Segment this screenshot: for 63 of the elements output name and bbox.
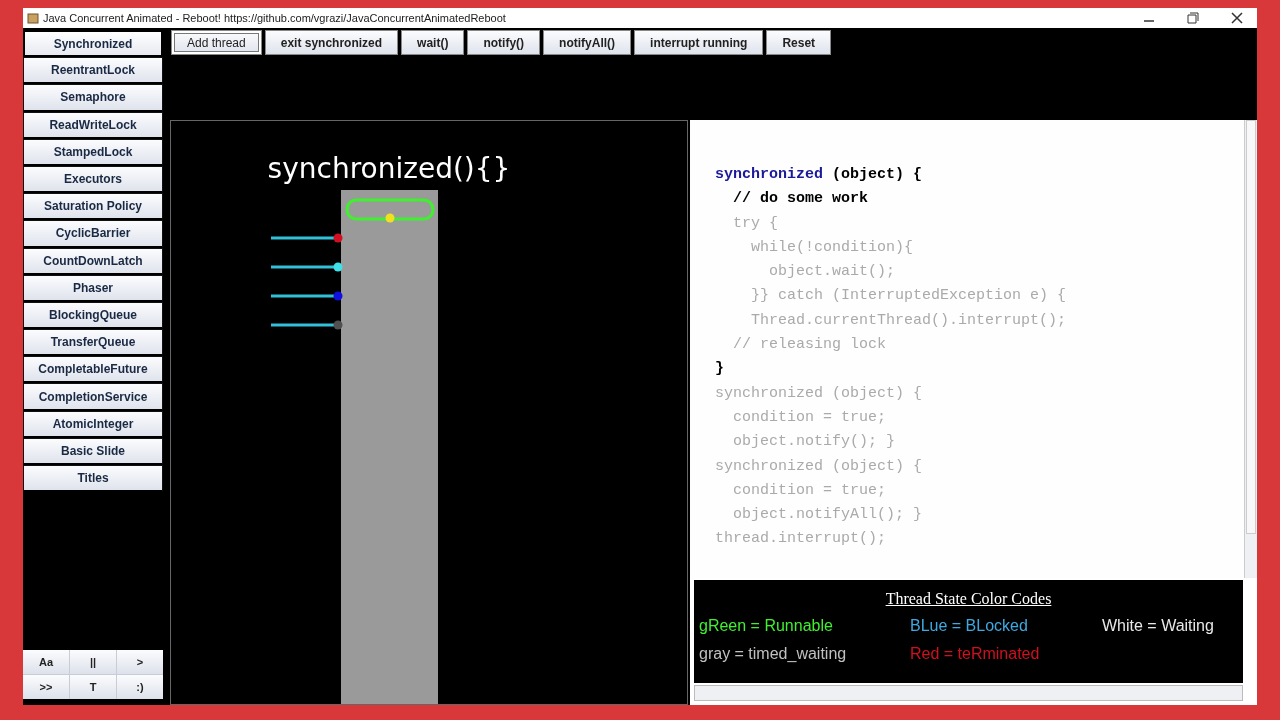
code-line: object.notifyAll(); } (732, 505, 924, 526)
code-line: thread.interrupt(); (715, 529, 888, 550)
legend-item: gReen = Runnable (699, 616, 834, 635)
thread-line (271, 294, 334, 298)
code-line: object.notify(); } (732, 432, 897, 453)
sidebar-button[interactable]: Phaser (23, 274, 163, 302)
code-line: synchronized (object) { (715, 383, 924, 404)
thread-line (271, 236, 334, 240)
toolbar-button[interactable]: exit synchronized (264, 30, 399, 55)
code-line: // releasing lock (732, 335, 888, 356)
code-line: while(!condition){ (750, 237, 915, 258)
control-button[interactable]: >> (23, 675, 69, 699)
legend-item: White = Waiting (1102, 616, 1215, 635)
sidebar-button[interactable]: Saturation Policy (23, 193, 163, 221)
sidebar-button[interactable]: TransferQueue (23, 329, 163, 357)
vertical-scrollbar[interactable] (1244, 120, 1257, 578)
horizontal-scrollbar[interactable] (694, 685, 1243, 701)
control-button[interactable]: :) (117, 675, 163, 699)
code-line: synchronized (object) { (715, 165, 924, 185)
sidebar-button[interactable]: StampedLock (23, 138, 163, 166)
code-line: object.wait(); (768, 262, 897, 283)
window-title: Java Concurrent Animated - Reboot! https://github.com/vgrazi/JavaConcurrentAnimatedReboot (43, 12, 507, 24)
code-line: condition = true; (732, 480, 888, 501)
sidebar-button[interactable]: CompletableFuture (23, 356, 163, 384)
toolbar-button[interactable]: wait() (401, 30, 465, 55)
code-line: }} catch (InterruptedException e) { (750, 286, 1068, 307)
sidebar-button[interactable]: Executors (23, 165, 163, 194)
sidebar-button[interactable]: BlockingQueue (23, 301, 163, 330)
code-line: } (715, 359, 725, 380)
code-line: // do some work (732, 189, 870, 210)
sidebar-button[interactable]: CyclicBarrier (23, 220, 163, 248)
sidebar-button[interactable]: ReentrantLock (23, 57, 163, 85)
control-button[interactable]: Aa (23, 650, 69, 674)
thread-line (271, 323, 334, 327)
code-line: Thread.currentThread().interrupt(); (750, 310, 1068, 331)
restore-icon[interactable] (1187, 12, 1199, 24)
sidebar-button[interactable]: CountDownLatch (23, 247, 163, 275)
thread-line (271, 265, 334, 269)
sidebar-button[interactable]: AtomicInteger (23, 410, 163, 438)
code-line: condition = true; (732, 407, 888, 428)
legend-title: Thread State Color Codes (884, 588, 1053, 608)
toolbar-button[interactable]: interrupt running (634, 30, 764, 55)
legend-item: Red = teRminated (910, 644, 1041, 663)
sidebar-button[interactable]: Titles (23, 465, 163, 493)
sidebar-button[interactable]: Semaphore (23, 84, 163, 112)
code-line: synchronized (object) { (715, 456, 924, 477)
toolbar-button[interactable]: Reset (766, 30, 832, 55)
app-icon (27, 12, 39, 24)
control-button[interactable]: > (117, 650, 163, 674)
legend-item: BLue = BLocked (910, 616, 1029, 635)
toolbar-button[interactable]: notifyAll() (543, 30, 632, 55)
animation-title: synchronized(){} (267, 152, 511, 185)
close-icon[interactable] (1231, 12, 1243, 24)
toolbar-button[interactable]: Add thread (171, 30, 262, 55)
legend-item: gray = timed_waiting (699, 644, 848, 663)
sidebar-button[interactable]: Synchronized (23, 30, 163, 58)
control-button[interactable]: T (70, 675, 116, 699)
toolbar-button[interactable]: notify() (467, 30, 541, 55)
control-button[interactable]: || (70, 650, 116, 674)
code-line: try { (732, 213, 779, 234)
sidebar-button[interactable]: CompletionService (23, 383, 163, 411)
sidebar-button[interactable]: ReadWriteLock (23, 111, 163, 139)
sidebar-button[interactable]: Basic Slide (23, 437, 163, 465)
